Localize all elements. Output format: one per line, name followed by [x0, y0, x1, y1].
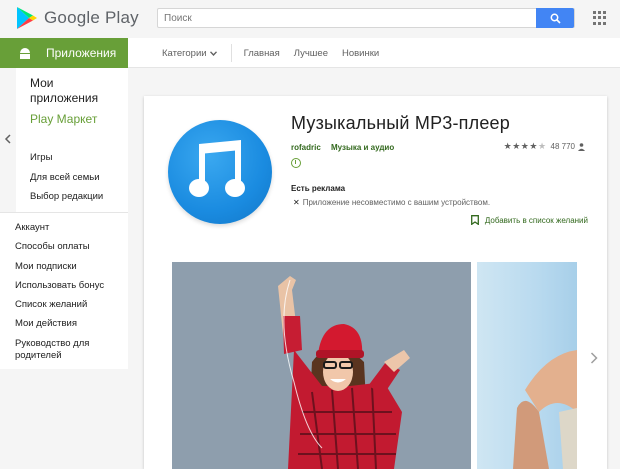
google-play-logo[interactable]: Google Play — [16, 6, 139, 30]
apps-tab-label: Приложения — [46, 46, 117, 60]
nav-home[interactable]: Главная — [244, 48, 280, 59]
account-list: Аккаунт Способы оплаты Мои подписки Испо… — [15, 222, 128, 364]
sidebar-primary: Мои приложения Play Маркет Игры Для всей… — [16, 68, 128, 212]
chevron-down-icon — [209, 50, 217, 56]
sub-navigation: Приложения Категории Главная Лучшее Нови… — [0, 38, 620, 68]
sidebar-item-family[interactable]: Для всей семьи — [30, 172, 103, 192]
sidebar-account: Аккаунт Способы оплаты Мои подписки Испо… — [0, 212, 128, 369]
nav-new[interactable]: Новинки — [342, 48, 379, 59]
top-bar: Google Play — [0, 0, 620, 38]
ads-notice: Есть реклама — [291, 184, 346, 193]
categories-dropdown[interactable]: Категории — [162, 44, 232, 62]
ratings-count: 48 770 — [550, 142, 575, 151]
sidebar-item-redeem[interactable]: Использовать бонус — [15, 280, 128, 299]
apps-grid-icon[interactable] — [593, 11, 607, 25]
search-button[interactable] — [536, 8, 574, 28]
sidebar-item-parent-guide[interactable]: Руководство для родителей — [15, 338, 128, 364]
screenshot-1[interactable] — [172, 262, 471, 469]
nav-top[interactable]: Лучшее — [294, 48, 328, 59]
app-icon — [168, 120, 272, 224]
search-icon — [550, 13, 561, 24]
sidebar-sub-list: Игры Для всей семьи Выбор редакции — [30, 152, 103, 211]
sidebar-play-market[interactable]: Play Маркет — [30, 112, 97, 126]
family-badge-icon — [291, 158, 301, 168]
person-icon — [578, 142, 585, 151]
bookmark-add-icon — [470, 215, 479, 225]
app-rating: ★★★★★ 48 770 — [504, 141, 585, 152]
app-details-card: Музыкальный MP3-плеер rofadric Музыка и … — [144, 96, 607, 469]
app-title: Музыкальный MP3-плеер — [291, 113, 510, 133]
developer-link[interactable]: rofadric — [291, 143, 321, 152]
android-icon — [20, 48, 30, 59]
search-box — [157, 8, 575, 28]
close-icon: ✕ — [293, 198, 300, 207]
apps-tab[interactable]: Приложения — [0, 38, 128, 68]
sidebar: Мои приложения Play Маркет Игры Для всей… — [0, 68, 128, 469]
collapse-arrow-icon[interactable] — [4, 134, 12, 144]
sidebar-item-games[interactable]: Игры — [30, 152, 103, 172]
sidebar-my-apps[interactable]: Мои приложения — [30, 76, 120, 106]
brand-name: Google Play — [44, 8, 139, 27]
compat-text: Приложение несовместимо с вашим устройст… — [302, 198, 491, 207]
sidebar-item-editors-choice[interactable]: Выбор редакции — [30, 191, 103, 211]
add-to-wishlist-button[interactable]: Добавить в список желаний — [470, 215, 588, 225]
sidebar-item-subscriptions[interactable]: Мои подписки — [15, 261, 128, 280]
categories-label: Категории — [162, 47, 207, 59]
rating-stars: ★★★★★ — [503, 141, 547, 151]
screenshot-photo — [172, 262, 471, 469]
search-input[interactable] — [158, 9, 536, 27]
sidebar-item-activity[interactable]: Мои действия — [15, 318, 128, 337]
sidebar-item-payment[interactable]: Способы оплаты — [15, 241, 128, 260]
screenshot-photo-2 — [513, 350, 577, 469]
sidebar-item-account[interactable]: Аккаунт — [15, 222, 128, 241]
category-nav: Категории Главная Лучшее Новинки — [162, 38, 379, 68]
play-triangle-icon — [17, 7, 37, 29]
sidebar-item-wishlist[interactable]: Список желаний — [15, 299, 128, 318]
music-note-icon — [189, 140, 245, 197]
wishlist-label: Добавить в список желаний — [484, 215, 588, 225]
genre-link[interactable]: Музыка и аудио — [331, 143, 394, 152]
chevron-right-icon[interactable] — [590, 352, 598, 364]
compat-notice: ✕ Приложение несовместимо с вашим устройс… — [293, 198, 490, 207]
screenshot-2[interactable] — [477, 262, 577, 469]
